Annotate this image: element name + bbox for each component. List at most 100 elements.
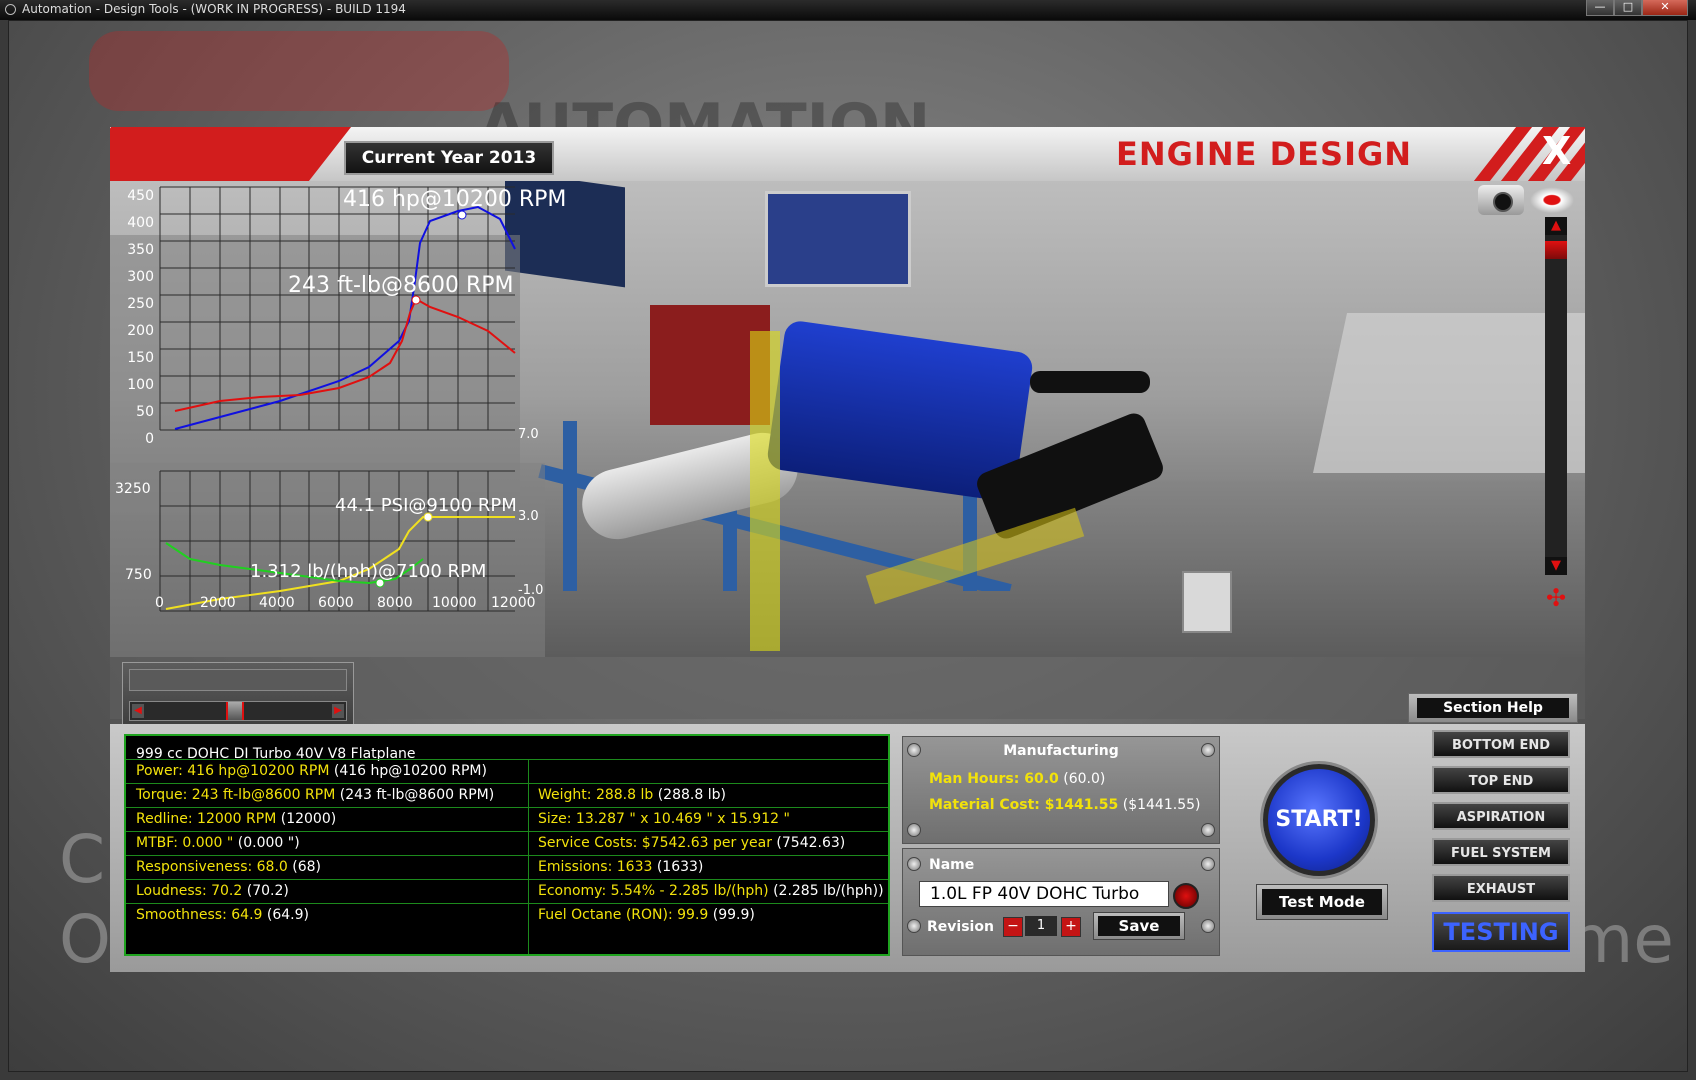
section-testing-button[interactable]: TESTING [1432, 912, 1570, 952]
x-tick: 6000 [318, 595, 354, 611]
bolt-icon [907, 823, 921, 837]
slider-left-arrow-icon[interactable]: ◀ [132, 704, 144, 718]
stats-row: Responsiveness: 68.0 (68) Emissions: 163… [126, 855, 888, 878]
mtbf-stat: MTBF: 0.000 " [136, 835, 234, 851]
mtbf-stat-value: (0.000 ") [237, 835, 300, 851]
bolt-icon [1201, 857, 1215, 871]
responsiveness-stat: Responsiveness: 68.0 [136, 859, 288, 875]
x-tick: 4000 [259, 595, 295, 611]
fuel-octane-stat: Fuel Octane (RON): 99.9 [538, 907, 709, 923]
background-text-left-1: C [59, 821, 106, 898]
start-button[interactable]: START! [1263, 764, 1375, 876]
smoothness-stat: Smoothness: 64.9 [136, 907, 263, 923]
stats-row: Torque: 243 ft-lb@8600 RPM (243 ft-lb@86… [126, 783, 888, 806]
material-cost-value: ($1441.55) [1122, 797, 1201, 813]
y-tick: 250 [127, 296, 154, 312]
size-stat: Size: 13.287 " x 10.469 " x 15.912 " [538, 811, 790, 827]
part-slider-handle[interactable] [226, 702, 244, 720]
section-help-button[interactable]: Section Help [1408, 693, 1578, 723]
y-tick: 400 [127, 215, 154, 231]
boost-left-tick: 3250 [115, 481, 151, 497]
stats-row: Loudness: 70.2 (70.2) Economy: 5.54% - 2… [126, 879, 888, 902]
boost-peak-label: 44.1 PSI@9100 RPM [335, 495, 517, 516]
bolt-icon [907, 857, 921, 871]
section-fuel-system-button[interactable]: FUEL SYSTEM [1432, 838, 1570, 866]
save-button[interactable]: Save [1093, 912, 1185, 940]
zoom-slider-track[interactable] [1545, 217, 1567, 557]
loudness-stat: Loudness: 70.2 [136, 883, 243, 899]
stats-row: Power: 416 hp@10200 RPM (416 hp@10200 RP… [126, 759, 888, 782]
section-exhaust-button[interactable]: EXHAUST [1432, 874, 1570, 902]
y-tick: 350 [127, 242, 154, 258]
bolt-icon [907, 919, 921, 933]
emissions-value: (1633) [656, 859, 704, 875]
reset-view-icon[interactable]: ✣ [1535, 583, 1577, 613]
engine-name-input[interactable] [919, 881, 1169, 907]
stats-row: Smoothness: 64.9 (64.9) Fuel Octane (RON… [126, 903, 888, 926]
move-gizmo-vertical[interactable] [750, 331, 780, 651]
fuel-min-label: 1.312 lb/(hph)@7100 RPM [250, 561, 487, 582]
boost-graph-grid [159, 470, 515, 612]
bolt-icon [1201, 919, 1215, 933]
responsiveness-value: (68) [292, 859, 322, 875]
turbo-pipe [1030, 371, 1150, 393]
hp-peak-marker [457, 210, 467, 220]
redline-stat: Redline: 12000 RPM [136, 811, 277, 827]
engine-design-panel: Current Year 2013 ENGINE DESIGN X 450 40… [110, 127, 1585, 972]
revision-increment-button[interactable]: + [1061, 917, 1081, 937]
power-graph-grid [159, 186, 515, 431]
material-cost-stat: Material Cost: $1441.55 [929, 797, 1119, 813]
engine-tag-plate [1182, 571, 1232, 633]
smoothness-value: (64.9) [266, 907, 309, 923]
torque-peak-label: 243 ft-lb@8600 RPM [288, 273, 514, 298]
window-controls: — □ ✕ [1586, 0, 1688, 16]
man-hours-stat: Man Hours: 60.0 [929, 771, 1059, 787]
section-bottom-end-button[interactable]: BOTTOM END [1432, 730, 1570, 758]
hp-curve [174, 205, 516, 430]
window-title: Automation - Design Tools - (WORK IN PRO… [22, 2, 406, 16]
zoom-slider-handle[interactable] [1545, 241, 1567, 259]
minimize-button[interactable]: — [1586, 0, 1614, 16]
emissions-stat: Emissions: 1633 [538, 859, 653, 875]
y-tick: 300 [127, 269, 154, 285]
part-slider-track[interactable]: ◀ ▶ [129, 701, 347, 721]
power-graph-y-axis: 450 400 350 300 250 200 150 100 50 0 [118, 183, 154, 453]
name-label: Name [929, 857, 975, 873]
zoom-out-arrow-icon[interactable]: ▼ [1545, 557, 1567, 575]
engine-3d-viewport[interactable]: 450 400 350 300 250 200 150 100 50 0 416… [110, 181, 1585, 657]
y-tick: 200 [127, 323, 154, 339]
slider-right-arrow-icon[interactable]: ▶ [332, 704, 344, 718]
section-top-end-button[interactable]: TOP END [1432, 766, 1570, 794]
section-aspiration-button[interactable]: ASPIRATION [1432, 802, 1570, 830]
engine-design-title: ENGINE DESIGN [1116, 135, 1413, 173]
close-panel-button[interactable]: X [1542, 129, 1571, 173]
revision-number: 1 [1025, 916, 1057, 936]
fuel-octane-value: (99.9) [712, 907, 755, 923]
torque-stat: Torque: 243 ft-lb@8600 RPM [136, 787, 336, 803]
x-tick: 2000 [200, 595, 236, 611]
name-panel: Name Revision − 1 + Save [902, 848, 1220, 956]
economy-value: (2.285 lb/(hph)) [773, 883, 884, 899]
weight-stat: Weight: 288.8 lb [538, 787, 654, 803]
current-year-label: Current Year 2013 [344, 141, 554, 175]
x-tick: 0 [155, 595, 164, 611]
revision-label: Revision [927, 919, 994, 935]
test-mode-button[interactable]: Test Mode [1256, 884, 1388, 920]
revision-decrement-button[interactable]: − [1003, 917, 1023, 937]
close-window-button[interactable]: ✕ [1642, 0, 1688, 16]
section-help-label: Section Help [1417, 698, 1569, 718]
y-tick: 100 [127, 377, 154, 393]
visibility-eye-icon[interactable] [1530, 187, 1574, 213]
camera-icon[interactable] [1478, 185, 1524, 215]
zoom-in-arrow-icon[interactable]: ▲ [1545, 217, 1567, 235]
stats-row: MTBF: 0.000 " (0.000 ") Service Costs: $… [126, 831, 888, 854]
man-hours-value: (60.0) [1063, 771, 1106, 787]
y-tick: 150 [127, 350, 154, 366]
test-mode-label: Test Mode [1262, 889, 1382, 915]
manufacturing-panel: Manufacturing Man Hours: 60.0 (60.0) Mat… [902, 736, 1220, 844]
maximize-button[interactable]: □ [1614, 0, 1642, 16]
panel-header: Current Year 2013 ENGINE DESIGN X [110, 127, 1585, 181]
redline-stat-value: (12000) [280, 811, 337, 827]
boost-left-tick: 750 [125, 567, 152, 583]
randomize-name-icon[interactable] [1173, 883, 1199, 909]
